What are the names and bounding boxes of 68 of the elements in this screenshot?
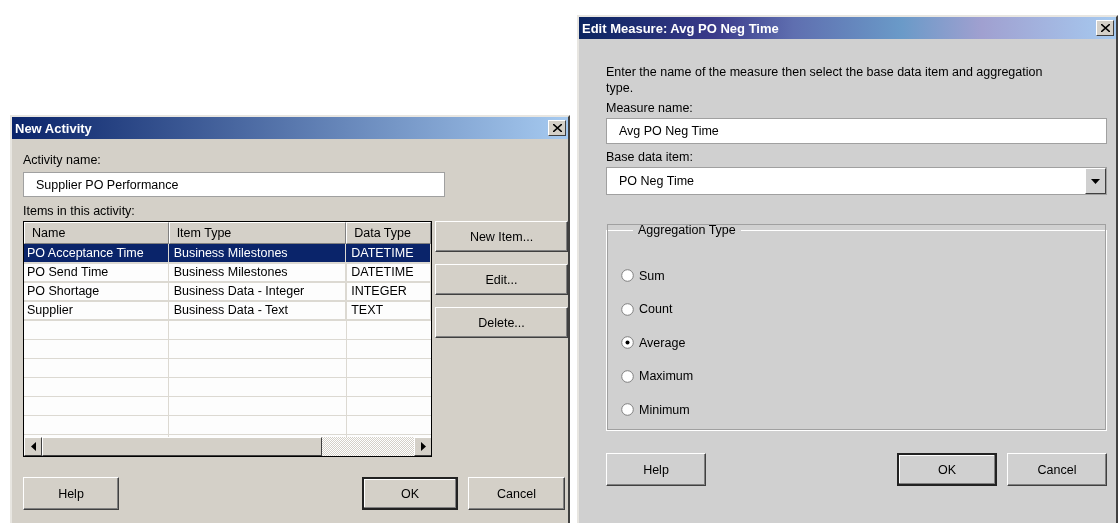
activity-name-field[interactable]: Supplier PO Performance [23,172,445,197]
window-title: New Activity [15,120,92,136]
group-title: Aggregation Type [637,223,737,237]
table-cell: Business Data - Text [168,301,347,320]
table-cell: Business Milestones [168,244,347,263]
radio-label: Average [639,335,686,350]
table-cell: Supplier [24,301,169,320]
radio-button[interactable] [621,369,634,383]
radio-option[interactable]: Sum [621,259,1106,293]
table-row[interactable]: PO Shortage Business Data - Integer INTEGER [24,282,431,301]
measure-name-field[interactable]: Avg PO Neg Time [606,118,1107,144]
dropdown-button[interactable] [1085,168,1106,194]
dropdown-value: PO Neg Time [619,174,696,188]
instructions-text: Enter the name of the measure then select the base data item and aggregation type. [606,64,1044,96]
table-row[interactable]: Supplier Business Data - Text TEXT [24,301,431,320]
radio-label: Count [639,302,673,317]
column-header[interactable]: Data Type [346,222,431,244]
radio-label: Minimum [639,402,690,417]
horizontal-scrollbar[interactable] [24,437,431,456]
radio-label: Maximum [639,369,694,384]
field-label: Activity name: [23,153,102,167]
ok-button[interactable]: OK [362,477,458,510]
close-button[interactable] [548,120,566,136]
cancel-button[interactable]: Cancel [1007,453,1107,486]
table-cell: DATETIME [346,244,431,263]
column-header[interactable]: Name [24,222,169,244]
window-title: Edit Measure: Avg PO Neg Time [582,20,779,36]
close-icon [552,124,562,132]
ok-button[interactable]: OK [897,453,997,486]
radio-option[interactable]: Minimum [621,393,1106,427]
caret-icon [1091,178,1100,184]
close-button[interactable] [1096,20,1114,36]
help-button[interactable]: Help [606,453,706,486]
radio-button[interactable] [621,403,634,417]
scroll-left-button[interactable] [24,437,42,456]
radio-button[interactable] [621,336,634,350]
table-cell: Business Milestones [168,263,347,282]
table-cell: Business Data - Integer [168,282,347,301]
field-label: Items in this activity: [23,204,136,218]
radio-option[interactable]: Count [621,292,1106,326]
base-data-dropdown[interactable]: PO Neg Time [606,167,1107,195]
close-icon [1100,24,1110,32]
new-item-button[interactable]: New Item... [435,221,568,252]
delete-button[interactable]: Delete... [435,307,568,338]
table-cell: DATETIME [346,263,431,282]
table-row[interactable]: PO Send Time Business Milestones DATETIME [24,263,431,282]
scroll-right-button[interactable] [414,437,431,456]
scrollbar-thumb[interactable] [42,437,322,456]
field-label: Measure name: [606,101,694,115]
table-cell: PO Shortage [24,282,169,301]
cancel-button[interactable]: Cancel [468,477,565,510]
table-cell: PO Send Time [24,263,169,282]
table-cell: INTEGER [346,282,431,301]
edit-button[interactable]: Edit... [435,264,568,295]
field-label: Base data item: [606,150,694,164]
table-row[interactable]: PO Acceptance Time Business Milestones DATETIME [24,244,431,263]
radio-label: Sum [639,268,665,283]
radio-option[interactable]: Maximum [621,359,1106,393]
radio-option[interactable]: Average [621,326,1106,360]
table-cell: TEXT [346,301,431,320]
items-list[interactable]: Name Item Type Data Type PO Acceptance Time Business Milestones DATETIME PO Send Time Business Milestones DATETIME PO Shortage Business Data - Integer INTEGER Supplier Business Data - Text TEXT [23,221,432,457]
right-arrow-icon [420,442,426,451]
left-arrow-icon [30,442,36,451]
radio-button[interactable] [621,269,634,283]
help-button[interactable]: Help [23,477,119,510]
column-header[interactable]: Item Type [168,222,347,244]
table-cell: PO Acceptance Time [24,244,169,263]
radio-button[interactable] [621,302,634,316]
